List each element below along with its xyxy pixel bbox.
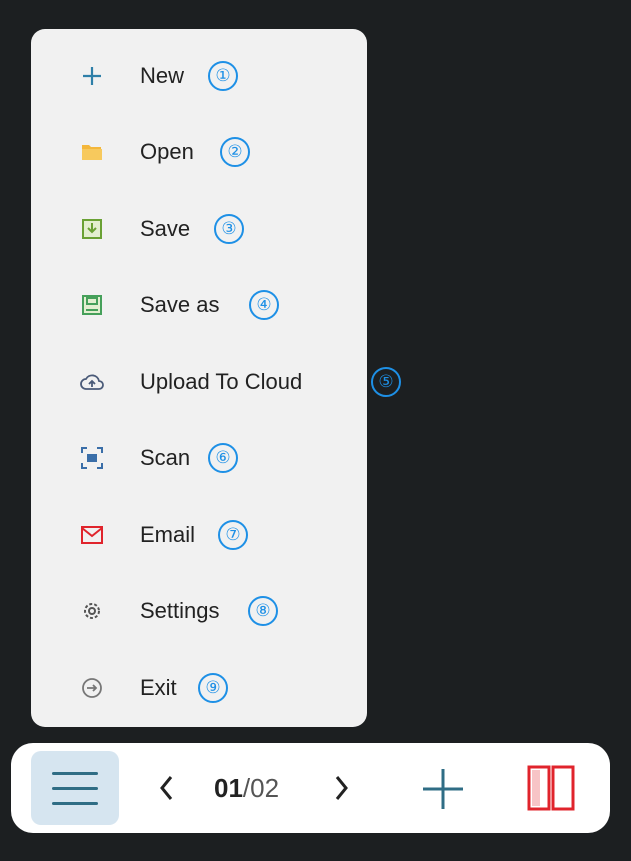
file-menu: New ① Open ② Save ③ Save as ④ Upload To … bbox=[31, 29, 401, 727]
bottom-toolbar: 01/02 bbox=[11, 743, 610, 833]
cloud-upload-icon bbox=[80, 370, 104, 394]
callout-badge: ⑦ bbox=[218, 520, 248, 550]
previous-page-button[interactable] bbox=[157, 773, 175, 808]
menu-item-settings[interactable]: Settings ⑧ bbox=[31, 579, 367, 643]
menu-item-label: Upload To Cloud bbox=[140, 369, 303, 394]
hamburger-icon bbox=[52, 771, 98, 775]
plus-icon bbox=[80, 64, 104, 88]
menu-item-label: Scan bbox=[140, 445, 191, 470]
chevron-left-icon bbox=[160, 776, 173, 800]
split-view-button[interactable] bbox=[526, 763, 576, 818]
exit-icon bbox=[80, 676, 104, 700]
callout-badge: ① bbox=[208, 61, 238, 91]
menu-item-new[interactable]: New ① bbox=[31, 44, 367, 108]
callout-badge: ② bbox=[220, 137, 250, 167]
next-page-button[interactable] bbox=[333, 773, 351, 808]
split-view-icon bbox=[527, 765, 575, 811]
email-icon bbox=[80, 523, 104, 547]
menu-item-upload-to-cloud[interactable]: Upload To Cloud ⑤ bbox=[31, 350, 401, 414]
plus-icon bbox=[423, 769, 463, 809]
menu-item-save-as[interactable]: Save as ④ bbox=[31, 273, 367, 337]
page-indicator: 01/02 bbox=[214, 773, 279, 803]
menu-item-label: New bbox=[140, 63, 185, 88]
callout-badge: ⑧ bbox=[248, 596, 278, 626]
menu-item-label: Email bbox=[140, 522, 196, 547]
folder-icon bbox=[80, 140, 104, 164]
menu-item-exit[interactable]: Exit ⑨ bbox=[31, 656, 367, 720]
gear-icon bbox=[80, 599, 104, 623]
menu-item-save[interactable]: Save ③ bbox=[31, 197, 367, 261]
menu-item-scan[interactable]: Scan ⑥ bbox=[31, 426, 367, 490]
callout-badge: ⑨ bbox=[198, 673, 228, 703]
callout-badge: ③ bbox=[214, 214, 244, 244]
callout-badge: ④ bbox=[249, 290, 279, 320]
save-as-icon bbox=[80, 293, 104, 317]
chevron-right-icon bbox=[335, 776, 348, 800]
add-page-button[interactable] bbox=[419, 765, 467, 818]
menu-item-label: Exit bbox=[140, 675, 177, 700]
scan-icon bbox=[80, 446, 104, 470]
save-icon bbox=[80, 217, 104, 241]
callout-badge: ⑥ bbox=[208, 443, 238, 473]
menu-item-label: Save bbox=[140, 216, 191, 241]
current-page: 01 bbox=[214, 773, 243, 803]
menu-item-email[interactable]: Email ⑦ bbox=[31, 503, 367, 567]
menu-item-label: Open bbox=[140, 139, 194, 164]
hamburger-menu-button[interactable] bbox=[31, 751, 119, 825]
total-pages: 02 bbox=[250, 773, 280, 803]
menu-item-label: Save as bbox=[140, 292, 220, 317]
callout-badge: ⑤ bbox=[371, 367, 401, 397]
menu-item-open[interactable]: Open ② bbox=[31, 120, 367, 184]
menu-item-label: Settings bbox=[140, 598, 220, 623]
